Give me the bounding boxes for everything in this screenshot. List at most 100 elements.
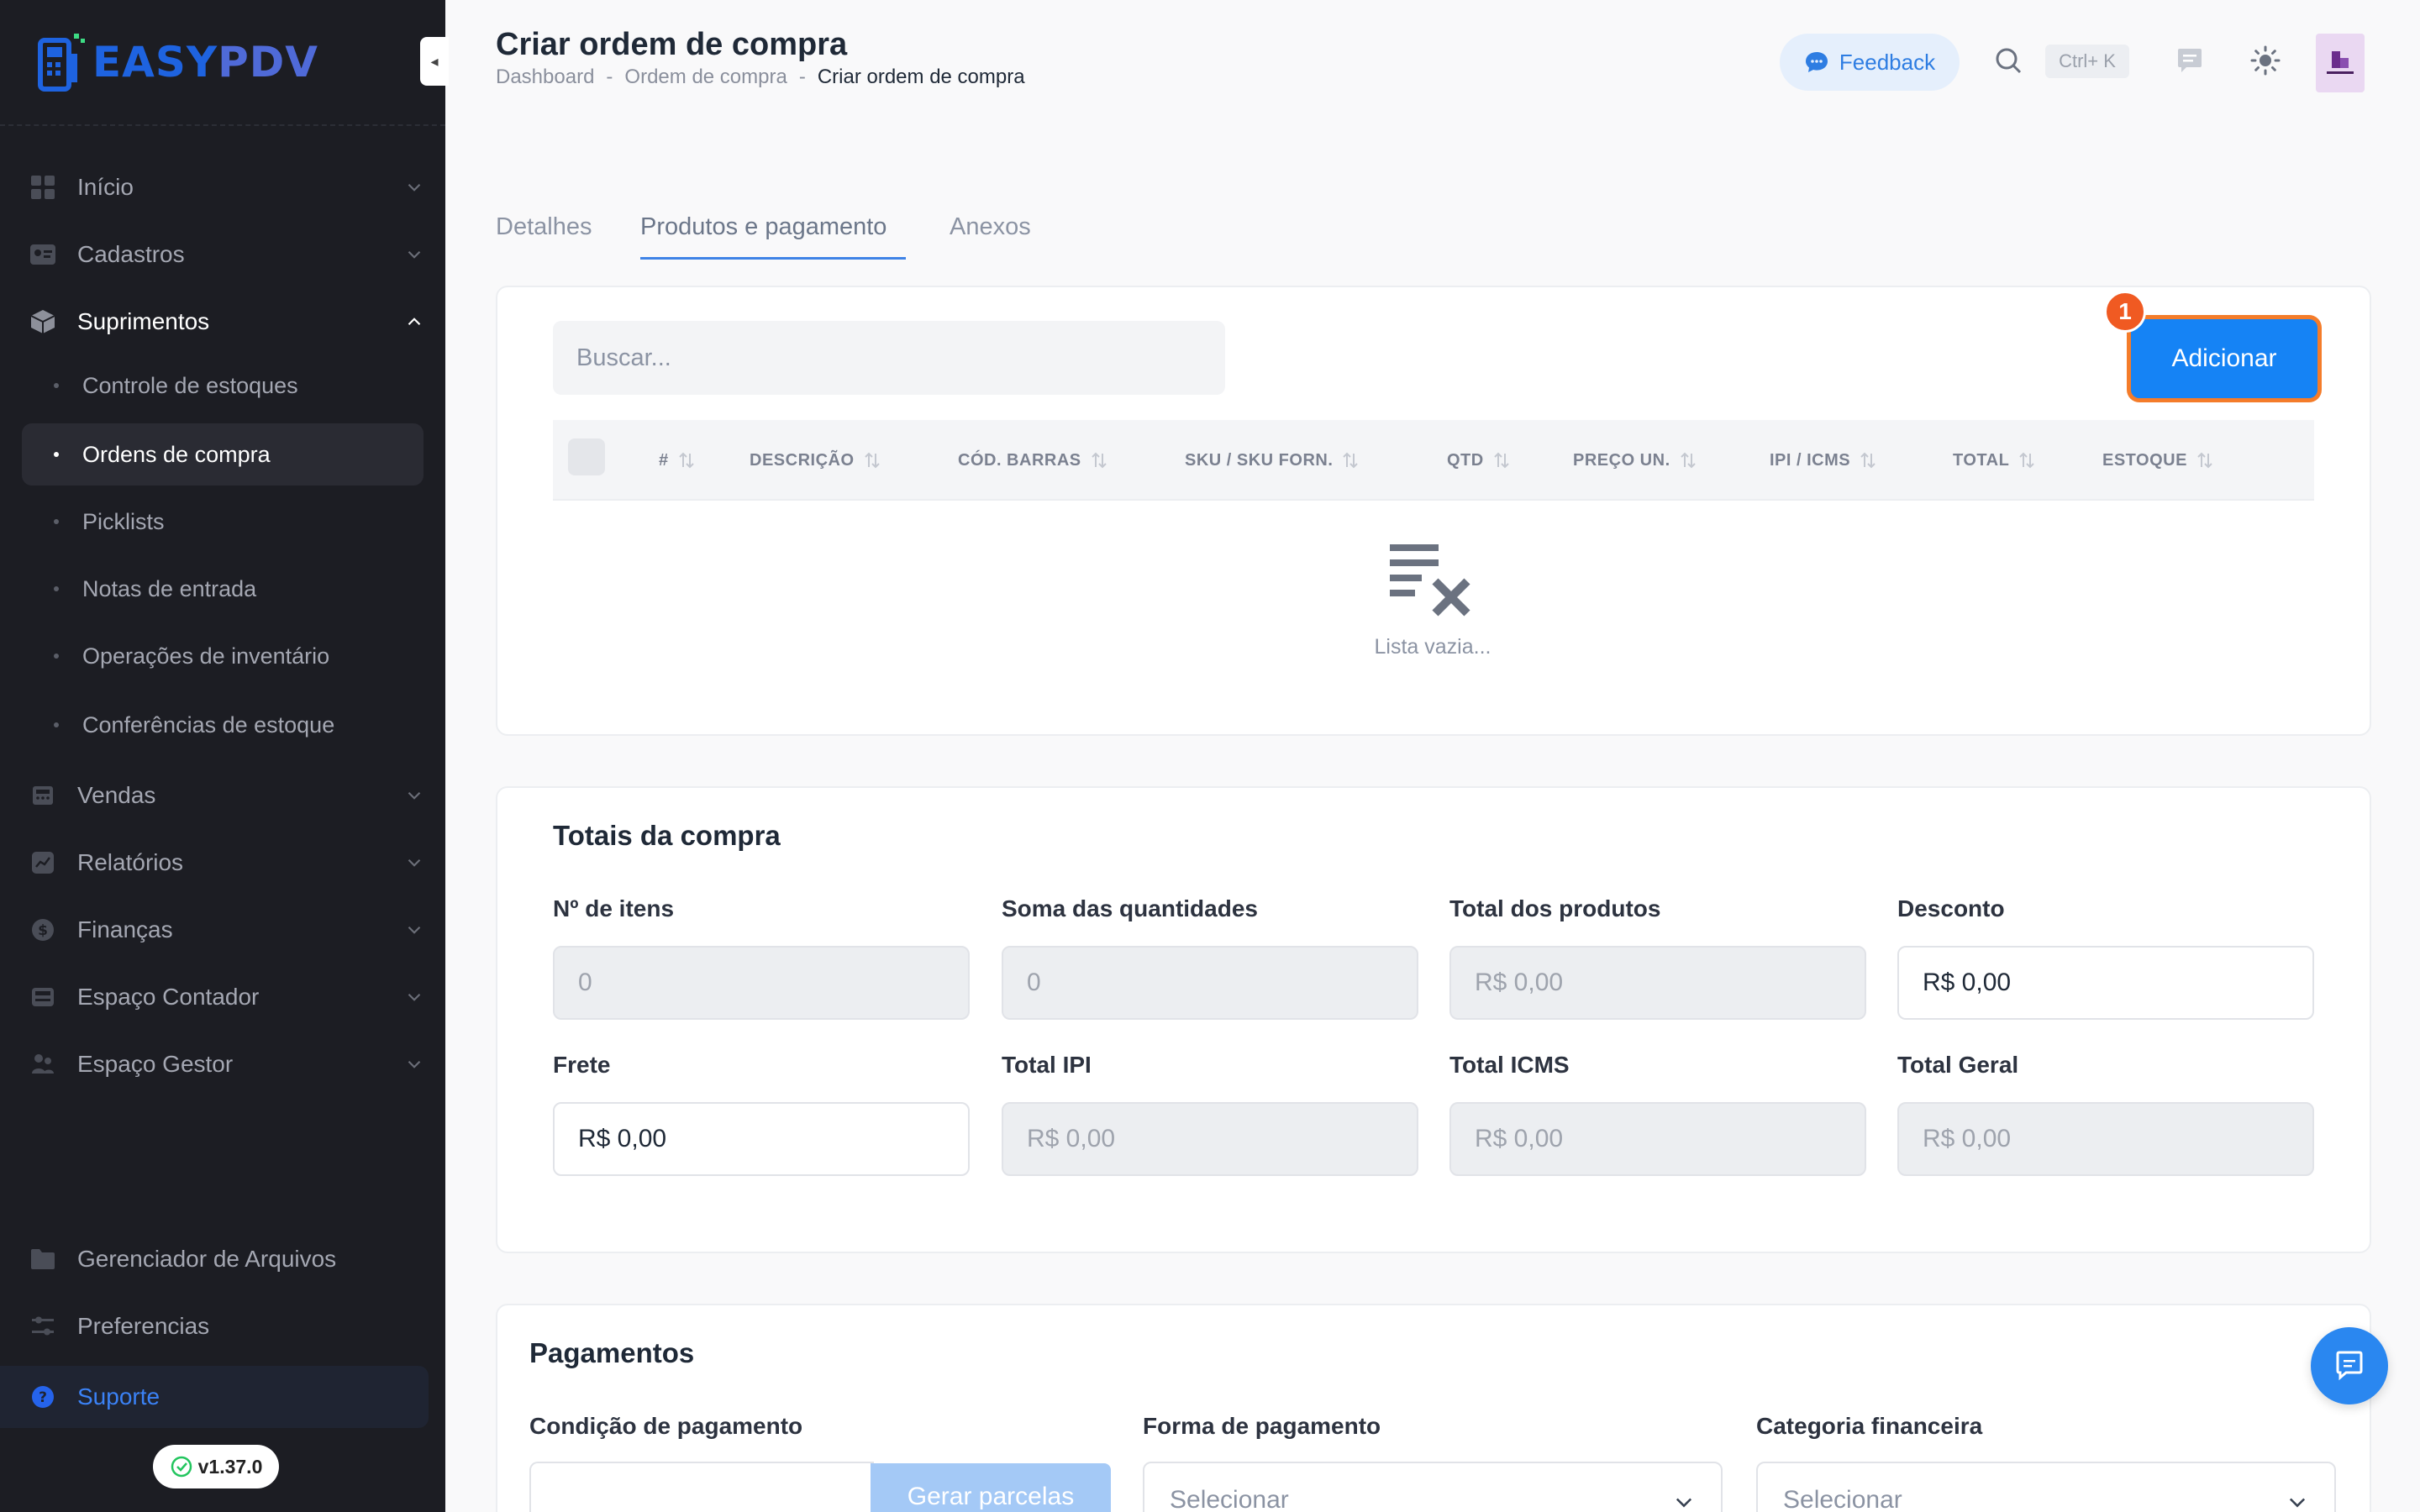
feedback-label: Feedback xyxy=(1839,49,1936,75)
tab-detalhes[interactable]: Detalhes xyxy=(496,213,592,241)
payment-condition-input[interactable] xyxy=(529,1462,874,1512)
message-icon xyxy=(2178,49,2202,72)
breadcrumb-ordem-compra[interactable]: Ordem de compra xyxy=(624,66,786,89)
bullet-icon xyxy=(54,452,59,457)
search-icon xyxy=(1996,48,2022,74)
column-header-ipi-icms[interactable]: IPI / ICMS xyxy=(1770,450,1877,470)
breadcrumb: Dashboard - Ordem de compra - Criar orde… xyxy=(496,66,1025,89)
bullet-icon xyxy=(54,383,59,388)
sidebar-item-preferencias[interactable]: Preferencias xyxy=(22,1295,425,1357)
sidebar-item-relatorios[interactable]: Relatórios xyxy=(22,832,425,894)
chevron-down-icon xyxy=(1676,1498,1692,1508)
sidebar: EASYPDV Início Cadastros Suprimentos Con… xyxy=(0,0,445,1512)
grand-total-field: R$ 0,00 xyxy=(1897,1102,2314,1176)
chevron-down-icon xyxy=(2289,1498,2306,1508)
search-input[interactable]: Buscar... xyxy=(553,321,1225,395)
discount-input[interactable]: R$ 0,00 xyxy=(1897,946,2314,1020)
financial-category-select[interactable]: Selecionar xyxy=(1756,1462,2336,1512)
version-badge: v1.37.0 xyxy=(153,1445,279,1488)
select-all-checkbox[interactable] xyxy=(568,438,605,475)
sidebar-subitem-label: Picklists xyxy=(82,508,165,534)
sidebar-subitem-operacoes-inventario[interactable]: Operações de inventário xyxy=(22,625,424,687)
chevron-down-icon xyxy=(408,183,421,192)
chat-icon xyxy=(2336,1351,2363,1381)
sort-icon xyxy=(678,452,694,469)
sort-icon xyxy=(1680,452,1696,469)
products-total-field: R$ 0,00 xyxy=(1449,946,1866,1020)
sidebar-item-cadastros[interactable]: Cadastros xyxy=(22,223,425,286)
sidebar-subitem-picklists[interactable]: Picklists xyxy=(22,491,424,553)
icms-total-field: R$ 0,00 xyxy=(1449,1102,1866,1176)
sort-icon xyxy=(1860,452,1876,469)
column-header-estoque[interactable]: ESTOQUE xyxy=(2102,450,2214,470)
version-label: v1.37.0 xyxy=(197,1455,263,1478)
sidebar-subitem-notas-entrada[interactable]: Notas de entrada xyxy=(22,558,424,620)
sun-icon xyxy=(2250,45,2281,76)
sidebar-subitem-controle-estoques[interactable]: Controle de estoques xyxy=(22,354,424,417)
financial-category-value: Selecionar xyxy=(1783,1486,1902,1512)
sidebar-item-espaco-contador[interactable]: Espaço Contador xyxy=(22,966,425,1028)
avatar[interactable] xyxy=(2316,34,2365,92)
column-header-qtd[interactable]: QTD xyxy=(1447,450,1511,470)
folder-icon xyxy=(29,1245,57,1273)
products-total-label: Total dos produtos xyxy=(1449,895,1661,921)
payment-method-select[interactable]: Selecionar xyxy=(1143,1462,1723,1512)
tab-anexos[interactable]: Anexos xyxy=(950,213,1031,241)
feedback-button[interactable]: Feedback xyxy=(1780,34,1960,91)
sidebar-item-suporte[interactable]: ? Suporte xyxy=(0,1366,429,1428)
chevron-down-icon xyxy=(408,993,421,1001)
chat-bubble-icon xyxy=(1805,52,1828,72)
brand-logo[interactable]: EASYPDV xyxy=(37,30,318,94)
search-button[interactable] xyxy=(1990,42,2027,79)
chart-icon xyxy=(29,848,57,877)
chat-widget-button[interactable] xyxy=(2311,1327,2388,1404)
messages-button[interactable] xyxy=(2171,42,2208,79)
grid-icon xyxy=(29,173,57,202)
totals-card xyxy=(496,786,2371,1253)
sidebar-subitem-conferencias-estoque[interactable]: Conferências de estoque xyxy=(22,694,424,756)
sidebar-item-suprimentos[interactable]: Suprimentos xyxy=(22,291,425,353)
bullet-icon xyxy=(54,586,59,591)
sidebar-item-label: Espaço Gestor xyxy=(77,1051,234,1077)
ipi-total-field: R$ 0,00 xyxy=(1002,1102,1418,1176)
column-header-preco-un[interactable]: PREÇO UN. xyxy=(1573,450,1697,470)
sort-icon xyxy=(1343,452,1359,469)
sidebar-collapse-button[interactable]: ◂ xyxy=(420,37,449,86)
column-header-cod-barras[interactable]: CÓD. BARRAS xyxy=(958,450,1108,470)
calculator-icon xyxy=(29,983,57,1011)
theme-toggle[interactable] xyxy=(2247,42,2284,79)
bullet-icon xyxy=(54,519,59,524)
sort-icon xyxy=(864,452,880,469)
freight-input[interactable]: R$ 0,00 xyxy=(553,1102,970,1176)
sidebar-item-label: Cadastros xyxy=(77,241,185,267)
tab-produtos-pagamento[interactable]: Produtos e pagamento xyxy=(640,213,886,241)
sidebar-subitem-label: Conferências de estoque xyxy=(82,711,335,738)
help-icon: ? xyxy=(29,1383,57,1411)
column-header-descricao[interactable]: DESCRIÇÃO xyxy=(750,450,881,470)
sidebar-item-inicio[interactable]: Início xyxy=(22,156,425,218)
sidebar-item-vendas[interactable]: Vendas xyxy=(22,764,425,827)
brand-name: EASYPDV xyxy=(92,38,318,87)
column-header-number[interactable]: # xyxy=(659,450,696,470)
svg-text:?: ? xyxy=(39,1389,47,1406)
chevron-down-icon xyxy=(408,858,421,867)
page-title: Criar ordem de compra xyxy=(496,27,848,62)
breadcrumb-separator: - xyxy=(606,66,613,88)
box-icon xyxy=(29,307,57,336)
add-product-button[interactable]: Adicionar xyxy=(2131,319,2317,398)
shortcut-hint: Ctrl+ K xyxy=(2045,45,2129,78)
empty-list-icon xyxy=(1390,544,1470,617)
sidebar-subitem-ordens-compra[interactable]: Ordens de compra xyxy=(22,423,424,486)
breadcrumb-dashboard[interactable]: Dashboard xyxy=(496,66,594,89)
items-count-field: 0 xyxy=(553,946,970,1020)
sidebar-item-label: Vendas xyxy=(77,782,156,808)
sidebar-item-espaco-gestor[interactable]: Espaço Gestor xyxy=(22,1033,425,1095)
column-header-total[interactable]: TOTAL xyxy=(1953,450,2036,470)
ipi-total-label: Total IPI xyxy=(1002,1052,1092,1078)
financial-category-label: Categoria financeira xyxy=(1756,1413,1983,1439)
column-header-sku[interactable]: SKU / SKU FORN. xyxy=(1185,450,1360,470)
sidebar-item-gerenciador-arquivos[interactable]: Gerenciador de Arquivos xyxy=(22,1228,425,1290)
sidebar-item-financas[interactable]: $ Finanças xyxy=(22,899,425,961)
users-icon xyxy=(29,1050,57,1079)
generate-installments-button[interactable]: Gerar parcelas xyxy=(871,1463,1111,1512)
